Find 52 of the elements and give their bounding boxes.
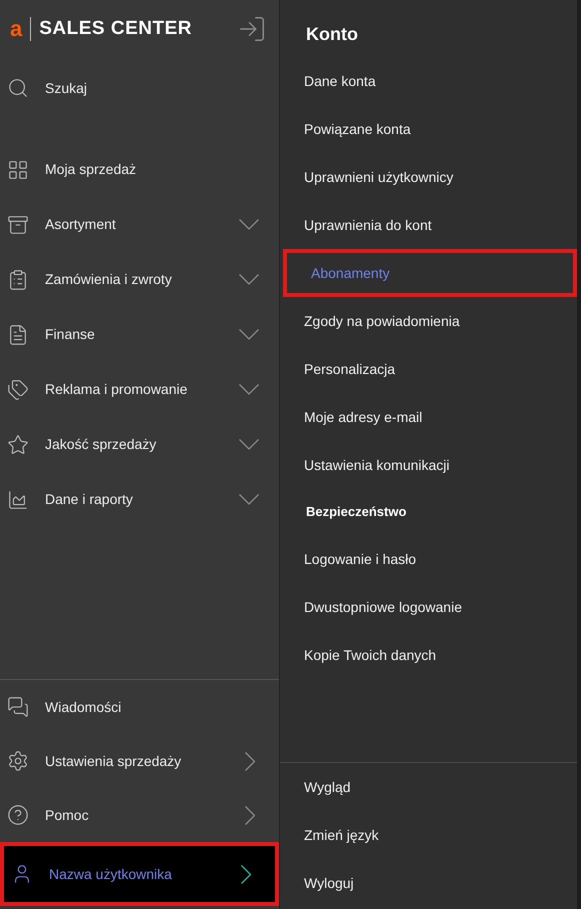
menu-item[interactable]: Dwustopniowe logowanie	[280, 583, 577, 631]
sidebar-item[interactable]: Ustawienia sprzedaży	[0, 734, 279, 788]
logo-text: SALES CENTER	[39, 16, 193, 41]
menu-item[interactable]: Uprawnienia do kont	[280, 201, 577, 249]
tags-icon	[7, 378, 29, 400]
sidebar-item[interactable]: Finanse	[0, 307, 279, 362]
chevron-down-icon	[239, 384, 259, 395]
menu-item[interactable]: Kopie Twoich danych	[280, 631, 577, 679]
chevron-down-icon	[239, 439, 259, 450]
collapse-icon[interactable]	[237, 14, 267, 44]
menu-item[interactable]: Uprawnieni użytkownicy	[280, 153, 577, 201]
settings-icon	[7, 750, 29, 772]
sidebar-item[interactable]: Zamówienia i zwroty	[0, 252, 279, 307]
sidebar-item[interactable]: Moja sprzedaż	[0, 142, 279, 197]
search-item[interactable]: Szukaj	[0, 58, 279, 118]
search-icon	[7, 77, 29, 99]
logo-mark: a	[10, 18, 22, 40]
menu-item[interactable]: Zmień język	[280, 811, 577, 859]
grid-icon	[7, 158, 29, 180]
menu-item[interactable]: Dane konta	[280, 57, 577, 105]
sidebar-item[interactable]: Asortyment	[0, 197, 279, 252]
menu-item[interactable]: Ustawienia komunikacji	[280, 441, 577, 489]
menu-item[interactable]: Moje adresy e-mail	[280, 393, 577, 441]
menu-item[interactable]: Zgody na powiadomienia	[280, 297, 577, 345]
help-icon	[7, 804, 29, 826]
box-icon	[7, 214, 29, 236]
chevron-down-icon	[239, 494, 259, 505]
chevron-right-icon	[241, 864, 251, 884]
chevron-right-icon	[245, 752, 255, 770]
chat-icon	[7, 696, 29, 718]
menu-item[interactable]: Wyloguj	[280, 859, 577, 907]
chart-icon	[7, 488, 29, 510]
sidebar-item[interactable]: Wiadomości	[0, 680, 279, 734]
menu-item[interactable]: Logowanie i hasło	[280, 535, 577, 583]
panel-title: Konto	[306, 23, 358, 46]
sidebar-item[interactable]: Jakość sprzedaży	[0, 417, 279, 472]
menu-item[interactable]: Powiązane konta	[280, 105, 577, 153]
sidebar-item[interactable]: Nazwa użytkownika	[0, 842, 279, 906]
section-title: Bezpieczeństwo	[306, 503, 406, 522]
clipboard-icon	[7, 268, 29, 290]
chevron-down-icon	[239, 219, 259, 230]
sidebar-item[interactable]: Dane i raporty	[0, 472, 279, 527]
menu-item[interactable]: Abonamenty	[283, 249, 577, 297]
sidebar-item[interactable]: Pomoc	[0, 788, 279, 842]
menu-item[interactable]: Personalizacja	[280, 345, 577, 393]
chevron-right-icon	[245, 806, 255, 824]
chevron-down-icon	[239, 274, 259, 285]
star-icon	[7, 434, 29, 456]
sidebar-item[interactable]: Reklama i promowanie	[0, 362, 279, 417]
chevron-down-icon	[239, 329, 259, 340]
document-icon	[7, 324, 29, 346]
menu-item[interactable]: Wygląd	[280, 763, 577, 811]
